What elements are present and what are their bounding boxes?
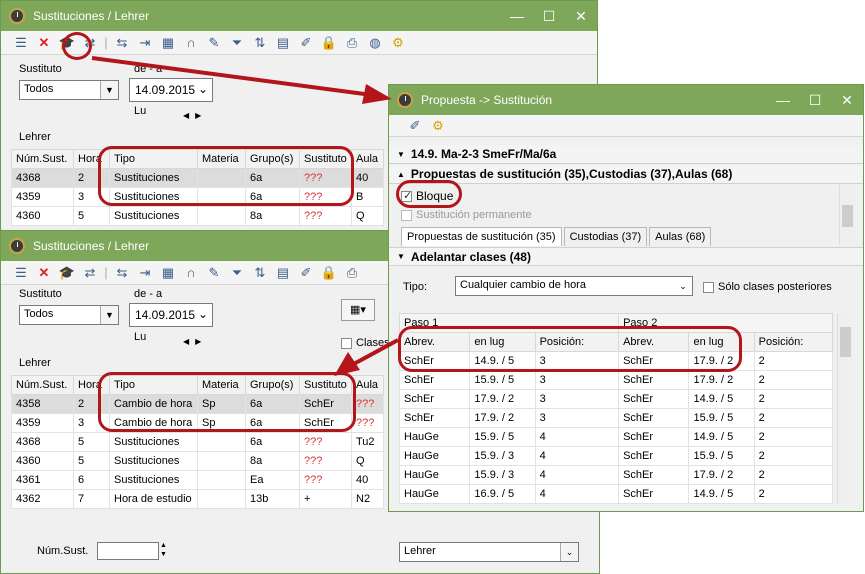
- arrowhead: [362, 84, 392, 104]
- arrow-to-proposal: [91, 56, 373, 97]
- annotation-arrows: [91, 56, 399, 376]
- arrow-to-result: [349, 338, 399, 368]
